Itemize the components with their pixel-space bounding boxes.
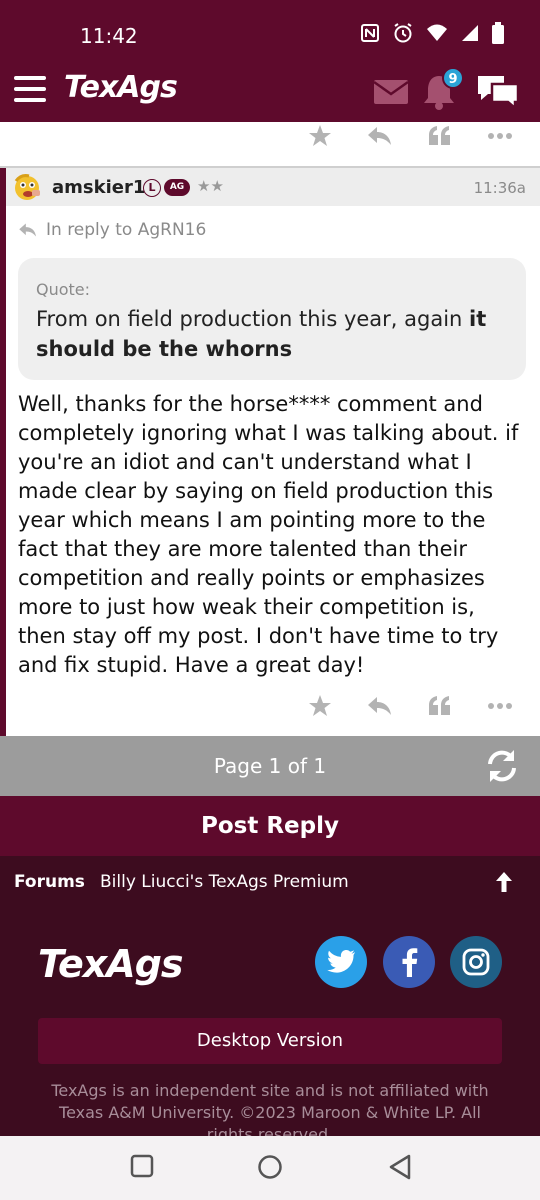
- quote-box: Quote: From on field production this yea…: [18, 258, 526, 380]
- wifi-icon: [427, 24, 447, 41]
- back-nav-icon[interactable]: [388, 1154, 412, 1180]
- footer: TexAgs Desktop Version TexAgs is an inde…: [0, 910, 540, 1136]
- android-nav-bar: [0, 1136, 540, 1200]
- post-reply-button[interactable]: Post Reply: [0, 796, 540, 856]
- more-icon[interactable]: [486, 692, 514, 720]
- status-icons: [360, 22, 504, 44]
- in-reply-to-link[interactable]: In reply to AgRN16: [18, 220, 206, 240]
- in-reply-to-text: In reply to AgRN16: [46, 220, 207, 240]
- post-accent-bar: [0, 168, 6, 736]
- avatar[interactable]: [12, 172, 42, 202]
- chat-icon[interactable]: [476, 74, 520, 110]
- post-body: Well, thanks for the horse**** comment a…: [18, 392, 519, 677]
- alarm-icon: [394, 23, 412, 43]
- quote-label: Quote:: [36, 280, 91, 299]
- battery-icon: [492, 22, 504, 44]
- post-username[interactable]: amskier1: [52, 177, 145, 198]
- twitter-icon[interactable]: [315, 936, 367, 988]
- reply-icon[interactable]: [366, 692, 394, 720]
- notification-badge[interactable]: 9: [442, 67, 464, 89]
- previous-post-actions: [306, 122, 514, 150]
- desktop-version-button[interactable]: Desktop Version: [38, 1018, 502, 1064]
- forum-post: amskier1 L AG ★★ 11:36a In reply to AgRN…: [0, 168, 540, 736]
- breadcrumb-forums[interactable]: Forums: [14, 872, 85, 892]
- star-icon[interactable]: [306, 122, 334, 150]
- pagination-bar: Page 1 of 1: [0, 736, 540, 796]
- quote-text: From on field production this year, agai…: [36, 304, 506, 364]
- quote-icon[interactable]: [426, 692, 454, 720]
- arrow-up-icon[interactable]: [494, 870, 514, 894]
- refresh-icon[interactable]: [484, 748, 520, 784]
- status-bar: 11:42: [0, 0, 540, 62]
- post-header: amskier1 L AG ★★ 11:36a: [6, 168, 540, 206]
- instagram-icon[interactable]: [450, 936, 502, 988]
- level-badge: L: [143, 179, 161, 197]
- post-time: 11:36a: [473, 179, 526, 197]
- quote-icon[interactable]: [426, 122, 454, 150]
- quote-text-plain: From on field production this year, agai…: [36, 307, 470, 331]
- reply-icon[interactable]: [366, 122, 394, 150]
- breadcrumb-board[interactable]: Billy Liucci's TexAgs Premium: [100, 872, 349, 892]
- mail-icon[interactable]: [374, 80, 408, 104]
- facebook-icon[interactable]: [383, 936, 435, 988]
- page-indicator[interactable]: Page 1 of 1: [0, 754, 540, 778]
- square-nav-icon[interactable]: [130, 1154, 154, 1178]
- breadcrumb: Forums Billy Liucci's TexAgs Premium: [0, 856, 540, 910]
- school-badge: AG: [164, 179, 190, 196]
- more-icon[interactable]: [486, 122, 514, 150]
- reply-icon: [19, 223, 36, 237]
- nfc-icon: [361, 24, 379, 42]
- rank-stars: ★★: [197, 177, 224, 195]
- footer-disclaimer: TexAgs is an independent site and is not…: [51, 1081, 489, 1136]
- texags-logo[interactable]: TexAgs: [64, 70, 178, 105]
- menu-icon[interactable]: [14, 76, 46, 102]
- status-time: 11:42: [80, 24, 138, 48]
- circle-nav-icon[interactable]: [257, 1154, 283, 1180]
- signal-icon: [462, 25, 478, 41]
- post-actions: [306, 692, 514, 720]
- footer-logo[interactable]: TexAgs: [38, 942, 184, 986]
- star-icon[interactable]: [306, 692, 334, 720]
